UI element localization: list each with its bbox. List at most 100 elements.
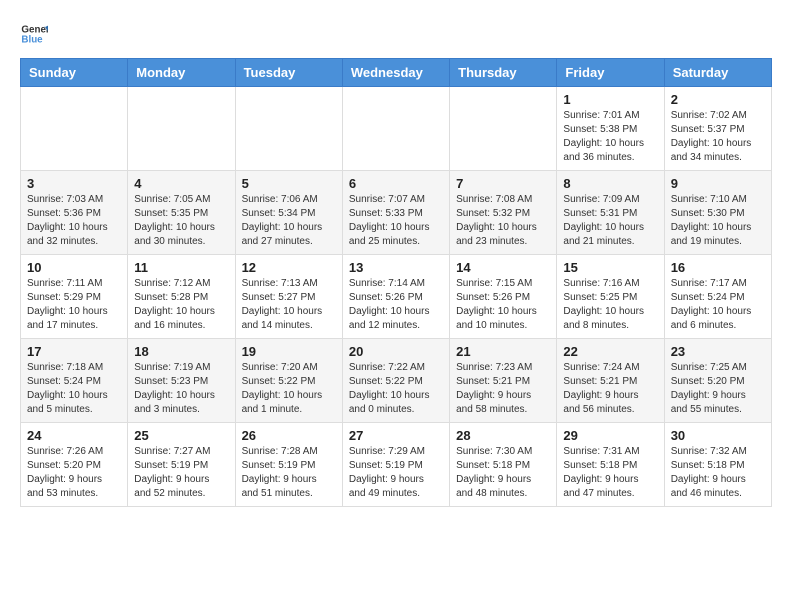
day-info: Sunrise: 7:19 AMSunset: 5:23 PMDaylight:… — [134, 361, 228, 417]
calendar-cell: 28 Sunrise: 7:30 AMSunset: 5:18 PMDayligh… — [450, 423, 557, 507]
svg-text:Blue: Blue — [21, 34, 43, 45]
calendar-cell: 19 Sunrise: 7:20 AMSunset: 5:22 PMDayligh… — [235, 339, 342, 423]
day-info: Sunrise: 7:03 AMSunset: 5:36 PMDaylight:… — [27, 193, 121, 249]
day-info: Sunrise: 7:01 AMSunset: 5:38 PMDaylight:… — [563, 109, 657, 165]
day-number: 5 — [242, 176, 336, 191]
day-info: Sunrise: 7:18 AMSunset: 5:24 PMDaylight:… — [27, 361, 121, 417]
weekday-header-tuesday: Tuesday — [235, 59, 342, 87]
day-number: 21 — [456, 344, 550, 359]
weekday-header-thursday: Thursday — [450, 59, 557, 87]
calendar-cell: 11Sunrise: 7:12 AMSunset: 5:28 PMDayligh… — [128, 255, 235, 339]
calendar-cell: 2 Sunrise: 7:02 AMSunset: 5:37 PMDaylight… — [664, 87, 771, 171]
day-info: Sunrise: 7:29 AMSunset: 5:19 PMDaylight:… — [349, 445, 443, 501]
weekday-header-sunday: Sunday — [21, 59, 128, 87]
day-info: Sunrise: 7:10 AMSunset: 5:30 PMDaylight:… — [671, 193, 765, 249]
day-number: 22 — [563, 344, 657, 359]
day-info: Sunrise: 7:20 AMSunset: 5:22 PMDaylight:… — [242, 361, 336, 417]
calendar-cell: 4Sunrise: 7:05 AMSunset: 5:35 PMDaylight… — [128, 171, 235, 255]
calendar-cell — [21, 87, 128, 171]
day-info: Sunrise: 7:08 AMSunset: 5:32 PMDaylight:… — [456, 193, 550, 249]
day-number: 27 — [349, 428, 443, 443]
weekday-header-wednesday: Wednesday — [342, 59, 449, 87]
week-row-4: 17 Sunrise: 7:18 AMSunset: 5:24 PMDayligh… — [21, 339, 772, 423]
day-number: 30 — [671, 428, 765, 443]
day-info: Sunrise: 7:16 AMSunset: 5:25 PMDaylight:… — [563, 277, 657, 333]
day-number: 14 — [456, 260, 550, 275]
day-info: Sunrise: 7:31 AMSunset: 5:18 PMDaylight:… — [563, 445, 657, 501]
day-number: 16 — [671, 260, 765, 275]
calendar-cell: 7Sunrise: 7:08 AMSunset: 5:32 PMDaylight… — [450, 171, 557, 255]
calendar-cell: 27 Sunrise: 7:29 AMSunset: 5:19 PMDayligh… — [342, 423, 449, 507]
day-info: Sunrise: 7:23 AMSunset: 5:21 PMDaylight:… — [456, 361, 550, 417]
logo: General Blue — [20, 20, 48, 48]
weekday-header-saturday: Saturday — [664, 59, 771, 87]
day-number: 20 — [349, 344, 443, 359]
calendar-cell: 24Sunrise: 7:26 AMSunset: 5:20 PMDayligh… — [21, 423, 128, 507]
calendar-cell — [342, 87, 449, 171]
day-info: Sunrise: 7:30 AMSunset: 5:18 PMDaylight:… — [456, 445, 550, 501]
calendar-cell: 29 Sunrise: 7:31 AMSunset: 5:18 PMDayligh… — [557, 423, 664, 507]
calendar-cell: 25 Sunrise: 7:27 AMSunset: 5:19 PMDayligh… — [128, 423, 235, 507]
calendar-cell: 20 Sunrise: 7:22 AMSunset: 5:22 PMDayligh… — [342, 339, 449, 423]
day-number: 19 — [242, 344, 336, 359]
weekday-header-row: SundayMondayTuesdayWednesdayThursdayFrid… — [21, 59, 772, 87]
day-info: Sunrise: 7:15 AMSunset: 5:26 PMDaylight:… — [456, 277, 550, 333]
calendar-cell: 14 Sunrise: 7:15 AMSunset: 5:26 PMDayligh… — [450, 255, 557, 339]
calendar-cell: 1 Sunrise: 7:01 AMSunset: 5:38 PMDaylight… — [557, 87, 664, 171]
calendar-cell: 9 Sunrise: 7:10 AMSunset: 5:30 PMDaylight… — [664, 171, 771, 255]
day-info: Sunrise: 7:17 AMSunset: 5:24 PMDaylight:… — [671, 277, 765, 333]
day-info: Sunrise: 7:14 AMSunset: 5:26 PMDaylight:… — [349, 277, 443, 333]
day-info: Sunrise: 7:26 AMSunset: 5:20 PMDaylight:… — [27, 445, 121, 501]
calendar-cell: 6Sunrise: 7:07 AMSunset: 5:33 PMDaylight… — [342, 171, 449, 255]
day-number: 23 — [671, 344, 765, 359]
week-row-1: 1 Sunrise: 7:01 AMSunset: 5:38 PMDaylight… — [21, 87, 772, 171]
day-number: 17 — [27, 344, 121, 359]
calendar-cell: 16 Sunrise: 7:17 AMSunset: 5:24 PMDayligh… — [664, 255, 771, 339]
day-number: 13 — [349, 260, 443, 275]
weekday-header-friday: Friday — [557, 59, 664, 87]
day-number: 15 — [563, 260, 657, 275]
day-info: Sunrise: 7:13 AMSunset: 5:27 PMDaylight:… — [242, 277, 336, 333]
calendar-cell: 3 Sunrise: 7:03 AMSunset: 5:36 PMDaylight… — [21, 171, 128, 255]
day-info: Sunrise: 7:12 AMSunset: 5:28 PMDaylight:… — [134, 277, 228, 333]
day-info: Sunrise: 7:24 AMSunset: 5:21 PMDaylight:… — [563, 361, 657, 417]
calendar-cell: 13 Sunrise: 7:14 AMSunset: 5:26 PMDayligh… — [342, 255, 449, 339]
day-number: 9 — [671, 176, 765, 191]
day-info: Sunrise: 7:32 AMSunset: 5:18 PMDaylight:… — [671, 445, 765, 501]
calendar-cell: 12 Sunrise: 7:13 AMSunset: 5:27 PMDayligh… — [235, 255, 342, 339]
day-number: 8 — [563, 176, 657, 191]
calendar-cell — [235, 87, 342, 171]
day-info: Sunrise: 7:07 AMSunset: 5:33 PMDaylight:… — [349, 193, 443, 249]
calendar-cell: 15 Sunrise: 7:16 AMSunset: 5:25 PMDayligh… — [557, 255, 664, 339]
day-number: 2 — [671, 92, 765, 107]
day-info: Sunrise: 7:27 AMSunset: 5:19 PMDaylight:… — [134, 445, 228, 501]
day-info: Sunrise: 7:22 AMSunset: 5:22 PMDaylight:… — [349, 361, 443, 417]
week-row-2: 3 Sunrise: 7:03 AMSunset: 5:36 PMDaylight… — [21, 171, 772, 255]
calendar-cell: 30 Sunrise: 7:32 AMSunset: 5:18 PMDayligh… — [664, 423, 771, 507]
calendar-cell: 22 Sunrise: 7:24 AMSunset: 5:21 PMDayligh… — [557, 339, 664, 423]
day-info: Sunrise: 7:05 AMSunset: 5:35 PMDaylight:… — [134, 193, 228, 249]
calendar-cell: 18 Sunrise: 7:19 AMSunset: 5:23 PMDayligh… — [128, 339, 235, 423]
page: General Blue SundayMondayTuesdayWednesda… — [0, 0, 792, 527]
day-number: 1 — [563, 92, 657, 107]
day-number: 26 — [242, 428, 336, 443]
day-number: 12 — [242, 260, 336, 275]
day-info: Sunrise: 7:06 AMSunset: 5:34 PMDaylight:… — [242, 193, 336, 249]
day-info: Sunrise: 7:11 AMSunset: 5:29 PMDaylight:… — [27, 277, 121, 333]
day-number: 10 — [27, 260, 121, 275]
calendar-cell: 26Sunrise: 7:28 AMSunset: 5:19 PMDayligh… — [235, 423, 342, 507]
day-number: 3 — [27, 176, 121, 191]
day-info: Sunrise: 7:09 AMSunset: 5:31 PMDaylight:… — [563, 193, 657, 249]
week-row-3: 10 Sunrise: 7:11 AMSunset: 5:29 PMDayligh… — [21, 255, 772, 339]
calendar-cell: 8 Sunrise: 7:09 AMSunset: 5:31 PMDaylight… — [557, 171, 664, 255]
day-info: Sunrise: 7:02 AMSunset: 5:37 PMDaylight:… — [671, 109, 765, 165]
calendar-cell: 21 Sunrise: 7:23 AMSunset: 5:21 PMDayligh… — [450, 339, 557, 423]
calendar-cell: 23 Sunrise: 7:25 AMSunset: 5:20 PMDayligh… — [664, 339, 771, 423]
day-number: 29 — [563, 428, 657, 443]
calendar-cell: 10 Sunrise: 7:11 AMSunset: 5:29 PMDayligh… — [21, 255, 128, 339]
day-number: 28 — [456, 428, 550, 443]
day-info: Sunrise: 7:25 AMSunset: 5:20 PMDaylight:… — [671, 361, 765, 417]
day-number: 25 — [134, 428, 228, 443]
calendar-cell: 17 Sunrise: 7:18 AMSunset: 5:24 PMDayligh… — [21, 339, 128, 423]
day-number: 18 — [134, 344, 228, 359]
